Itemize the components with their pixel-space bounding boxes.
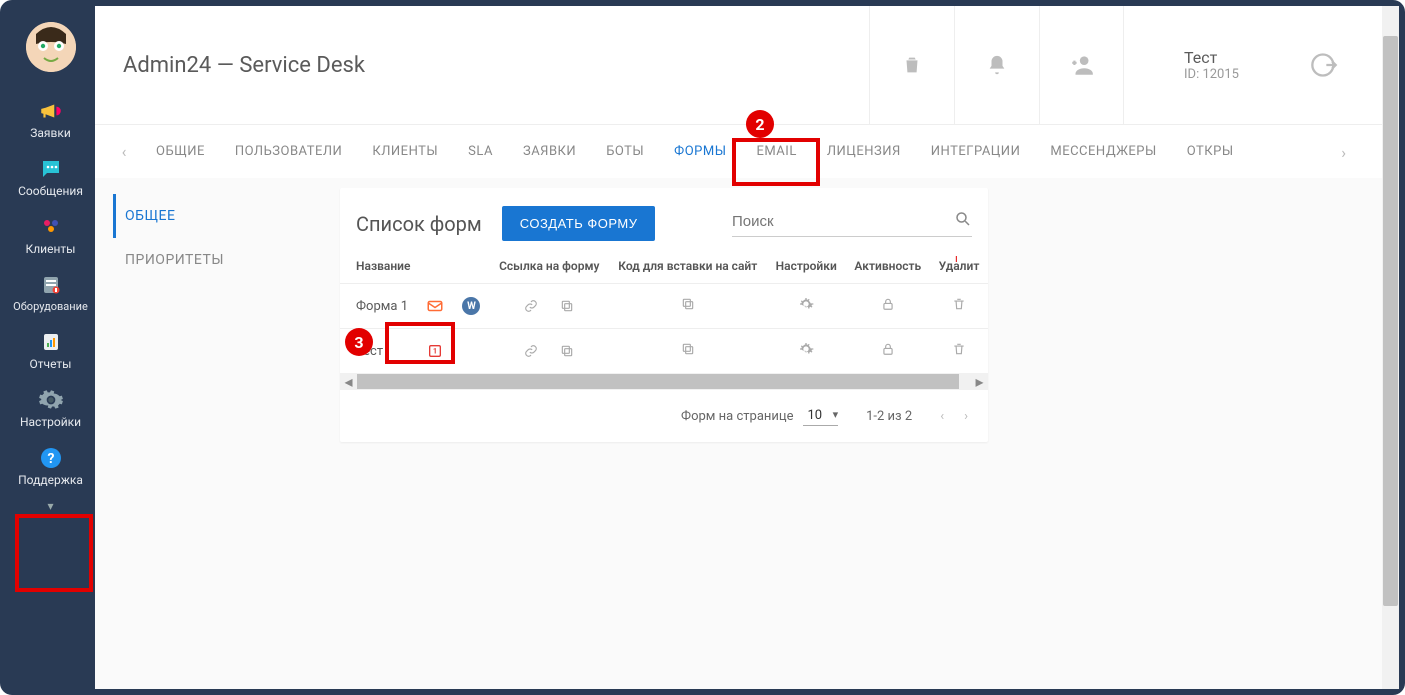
forms-title: Список форм [356, 212, 482, 236]
tab-forms[interactable]: ФОРМЫ [659, 125, 741, 179]
tab-general[interactable]: ОБЩИЕ [141, 125, 220, 179]
tab-integrations[interactable]: ИНТЕГРАЦИИ [916, 125, 1036, 179]
tab-sla[interactable]: SLA [453, 125, 508, 179]
user-block: Тест ID: 12015 [1124, 48, 1294, 82]
col-link: Ссылка на форму [490, 251, 609, 284]
link-icon[interactable] [522, 342, 540, 360]
sidebar-item-label: Заявки [30, 126, 71, 140]
row-lock-icon[interactable] [881, 345, 895, 360]
clients-icon [38, 214, 64, 240]
tab-users[interactable]: ПОЛЬЗОВАТЕЛИ [220, 125, 357, 179]
tab-messengers[interactable]: МЕССЕНДЖЕРЫ [1035, 125, 1171, 179]
sidebar-item-reports[interactable]: Отчеты [11, 321, 91, 379]
sidebar-item-support[interactable]: ? Поддержка [11, 437, 91, 495]
mail-channel-icon[interactable] [426, 297, 444, 315]
pager-next[interactable]: › [964, 409, 968, 424]
search-input[interactable] [732, 213, 954, 230]
row-delete-icon[interactable] [952, 300, 966, 315]
add-user-button[interactable] [1039, 6, 1124, 124]
sidebar-item-requests[interactable]: Заявки [11, 90, 91, 148]
forms-card: Список форм СОЗДАТЬ ФОРМУ ı Название Ссы… [340, 188, 988, 442]
copy-icon[interactable] [558, 342, 576, 360]
help-icon: ? [38, 445, 64, 471]
table-hscroll[interactable]: ◂▸ [340, 373, 988, 390]
equipment-icon [38, 272, 64, 298]
form-name: Форма 1 [340, 284, 418, 329]
subnav-priorities[interactable]: ПРИОРИТЕТЫ [113, 238, 340, 282]
sidebar-item-messages[interactable]: Сообщения [11, 148, 91, 206]
sidebar-item-clients[interactable]: Клиенты [11, 206, 91, 264]
create-form-button[interactable]: СОЗДАТЬ ФОРМУ [502, 206, 656, 241]
logout-button[interactable] [1294, 51, 1354, 79]
per-page-label: Форм на странице [681, 409, 793, 424]
avatar[interactable] [26, 22, 76, 72]
table-row[interactable]: Форма 1 W [340, 284, 988, 329]
pager-prev[interactable]: ‹ [940, 409, 944, 424]
chat-icon [38, 156, 64, 182]
col-name: Название [340, 251, 418, 284]
sidebar-item-label: Сообщения [18, 184, 83, 198]
sidebar-item-label: Отчеты [30, 357, 72, 371]
tab-clients[interactable]: КЛИЕНТЫ [357, 125, 453, 179]
subnav: ОБЩЕЕ ПРИОРИТЕТЫ [95, 188, 340, 442]
tabs-scroll-right[interactable]: › [1333, 125, 1354, 179]
sidebar-item-label: Настройки [20, 415, 81, 429]
tab-requests[interactable]: ЗАЯВКИ [508, 125, 591, 179]
copy-icon[interactable] [558, 297, 576, 315]
user-id: ID: 12015 [1184, 67, 1254, 82]
row-settings-icon[interactable] [798, 301, 814, 316]
row-settings-icon[interactable] [798, 346, 814, 361]
megaphone-icon [38, 98, 64, 124]
sidebar-item-equipment[interactable]: Оборудование [11, 264, 91, 321]
copy-embed-icon[interactable] [681, 345, 695, 360]
row-lock-icon[interactable] [881, 300, 895, 315]
sidebar: Заявки Сообщения Клиенты Оборудование От… [6, 6, 95, 689]
tabs-scroll-left[interactable]: ‹ [107, 142, 141, 161]
header-mark: ı [955, 252, 958, 265]
row-delete-icon[interactable] [952, 345, 966, 360]
annotation-badge-2: 2 [746, 110, 774, 138]
sidebar-item-label: Оборудование [13, 300, 88, 313]
tab-license[interactable]: ЛИЦЕНЗИЯ [812, 125, 916, 179]
svg-text:1: 1 [433, 347, 437, 356]
pager-range: 1-2 из 2 [866, 409, 912, 424]
per-page-select[interactable]: 10 [803, 406, 838, 426]
scroll-down-icon: ▾ [43, 495, 57, 517]
table-row[interactable]: Тест 1 [340, 329, 988, 374]
vk-channel-icon[interactable]: W [462, 297, 480, 315]
notifications-button[interactable] [954, 6, 1039, 124]
reports-icon [38, 329, 64, 355]
forms-table: Название Ссылка на форму Код для вставки… [340, 251, 988, 373]
col-channels [418, 251, 489, 284]
sidebar-item-label: Поддержка [18, 473, 83, 487]
user-name: Тест [1184, 48, 1254, 67]
copy-embed-icon[interactable] [681, 300, 695, 315]
svg-text:?: ? [47, 451, 54, 467]
b1-channel-icon[interactable]: 1 [426, 342, 444, 360]
col-embed: Код для вставки на сайт [609, 251, 767, 284]
tab-bots[interactable]: БОТЫ [591, 125, 659, 179]
tabs-row: ‹ ОБЩИЕ ПОЛЬЗОВАТЕЛИ КЛИЕНТЫ SLA ЗАЯВКИ … [95, 124, 1382, 178]
app-title: Admin24 — Service Desk [123, 53, 365, 78]
annotation-badge-3: 3 [345, 328, 373, 356]
col-delete: Удалит [930, 251, 988, 284]
sidebar-item-label: Клиенты [26, 242, 76, 256]
main-content: Admin24 — Service Desk Тест ID: 12015 ‹ [95, 6, 1382, 689]
col-activity: Активность [846, 251, 930, 284]
col-settings: Настройки [767, 251, 846, 284]
sidebar-item-settings[interactable]: Настройки [11, 379, 91, 437]
search-icon[interactable] [954, 210, 972, 232]
link-icon[interactable] [522, 297, 540, 315]
trash-button[interactable] [869, 6, 954, 124]
subnav-general[interactable]: ОБЩЕЕ [113, 194, 340, 238]
tab-open[interactable]: ОТКРЫ [1172, 125, 1249, 179]
pager: Форм на странице 10 1-2 из 2 ‹ › [340, 390, 988, 442]
vertical-scrollbar[interactable] [1382, 6, 1399, 689]
topbar: Admin24 — Service Desk Тест ID: 12015 [95, 6, 1382, 124]
gear-icon [38, 387, 64, 413]
